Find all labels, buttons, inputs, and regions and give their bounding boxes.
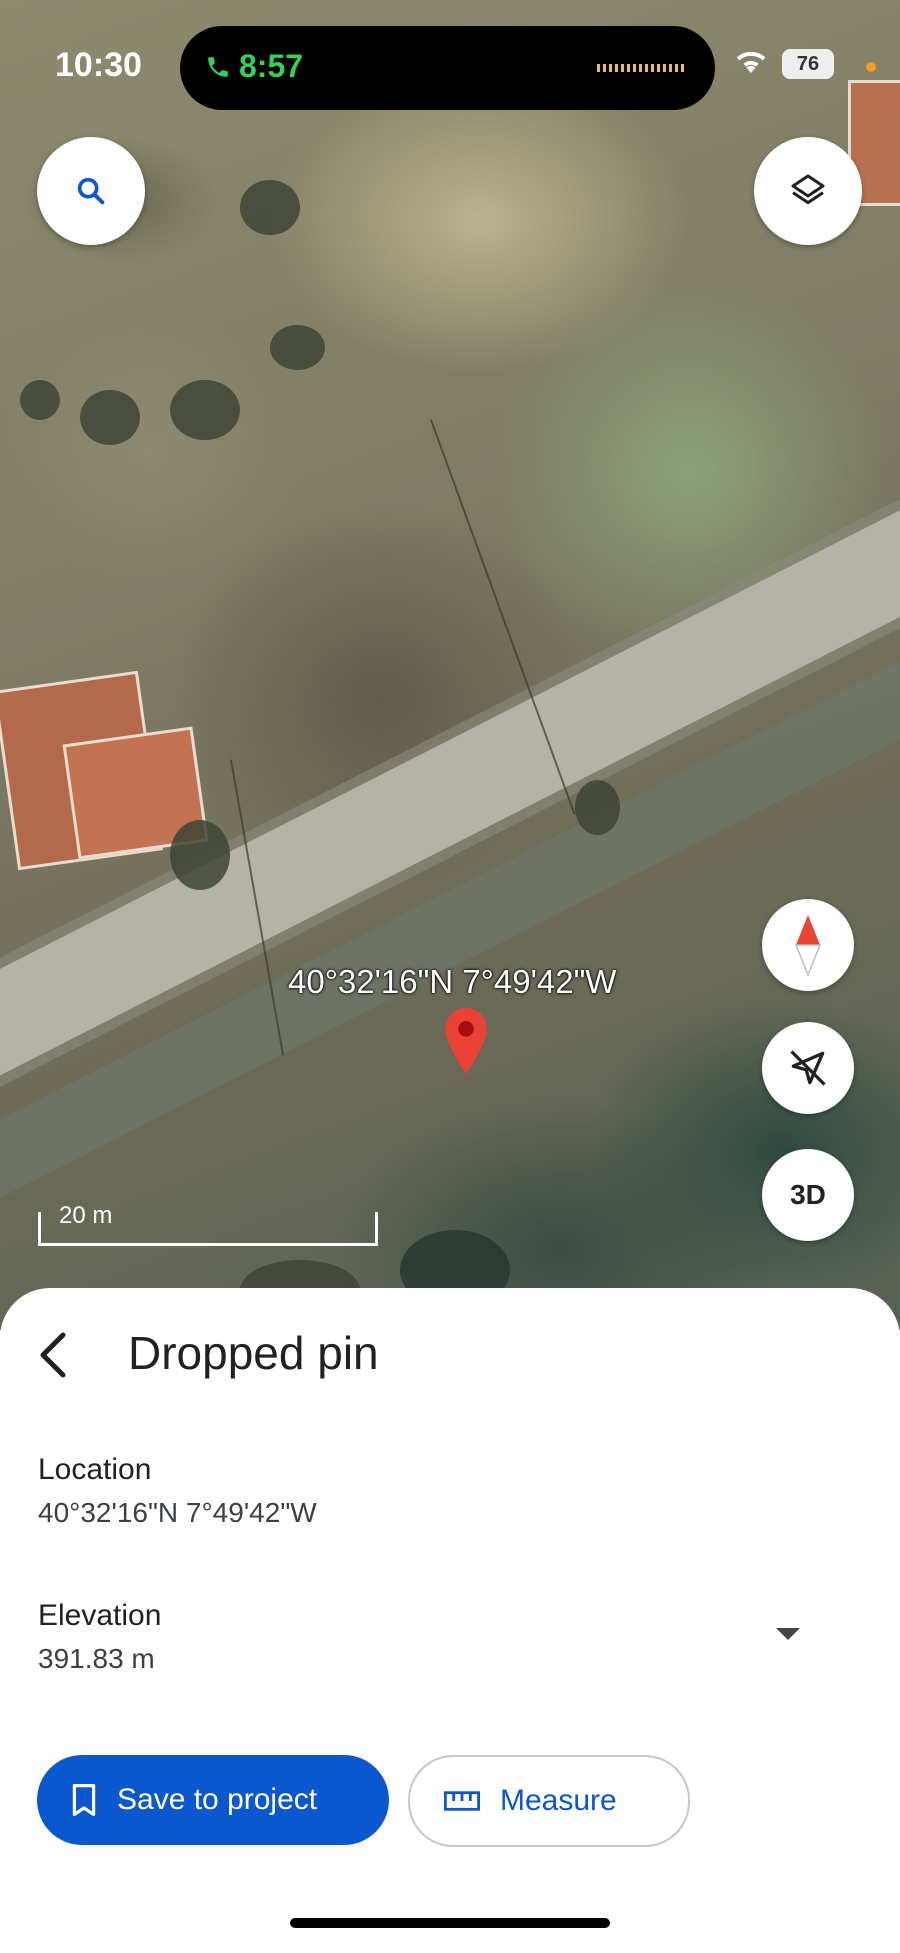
search-icon [77,177,105,205]
status-bar: 10:30 8:57 76 [0,0,900,130]
pin-coordinates-label: 40°32'16"N 7°49'42"W [288,963,617,1000]
dynamic-island[interactable]: 8:57 [180,26,715,110]
layers-button[interactable] [754,137,862,245]
elevation-label: Elevation [38,1599,162,1632]
bookmark-icon [72,1784,96,1816]
compass-icon [794,915,822,977]
3d-button[interactable]: 3D [762,1149,854,1241]
status-time: 10:30 [55,46,142,84]
location-off-button[interactable] [762,1022,854,1114]
back-arrow-icon[interactable] [36,1330,70,1380]
layers-icon [791,174,825,205]
sheet-title: Dropped pin [128,1327,379,1379]
3d-label: 3D [790,1179,826,1210]
phone-icon [208,56,228,77]
elevation-value: 391.83 m [38,1643,155,1674]
save-label: Save to project [117,1783,318,1816]
location-arrow-off-icon [790,1050,826,1086]
privacy-dot-icon [866,62,876,72]
scale-label: 20 m [59,1202,113,1229]
location-value[interactable]: 40°32'16"N 7°49'42"W [38,1497,317,1529]
search-button[interactable] [37,137,145,245]
ruler-icon [444,1791,480,1811]
call-indicator: 8:57 [205,48,303,85]
measure-button[interactable]: Measure [408,1755,690,1847]
save-to-project-button[interactable]: Save to project [37,1755,389,1845]
wifi-icon [736,51,766,73]
place-sheet: Dropped pin Location 40°32'16"N 7°49'42"… [0,1288,900,1953]
expand-elevation-icon[interactable] [776,1628,800,1640]
audio-wave-icon [597,64,685,72]
home-indicator[interactable] [290,1918,610,1928]
measure-label: Measure [500,1784,617,1817]
location-label: Location [38,1453,152,1486]
call-timer: 8:57 [239,48,304,84]
map-scale-bar: 20 m [38,1202,378,1246]
map-pin-icon[interactable] [445,1008,487,1074]
battery-indicator: 76 [782,49,834,79]
compass-button[interactable] [762,899,854,991]
